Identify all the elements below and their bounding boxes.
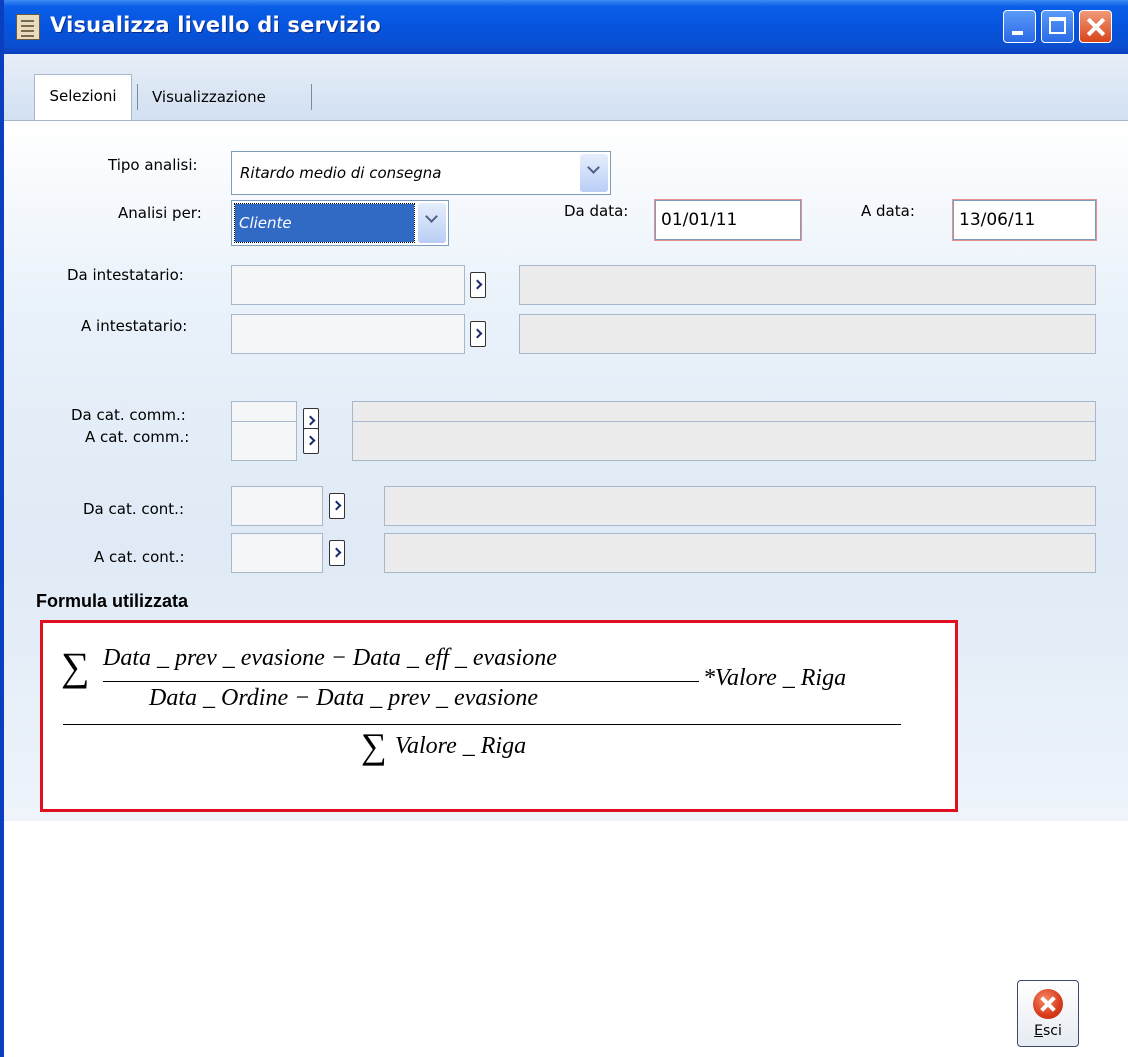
window-title: Visualizza livello di servizio (50, 13, 381, 37)
zoom-arrow-icon[interactable] (329, 540, 345, 566)
sum-symbol: ∑ (361, 726, 387, 766)
a-cat-cont-input[interactable] (231, 533, 323, 573)
analisi-per-select[interactable]: Cliente (231, 200, 449, 246)
esci-label: Esci (1034, 1023, 1062, 1039)
a-data-input[interactable]: 13/06/11 (953, 200, 1096, 240)
formula-title: Formula utilizzata (36, 591, 189, 611)
dropdown-arrow-icon[interactable] (580, 154, 608, 192)
inner-fraction-line (103, 681, 699, 682)
zoom-arrow-icon[interactable] (329, 493, 345, 519)
esci-button[interactable]: Esci (1017, 980, 1079, 1047)
dropdown-arrow-icon[interactable] (418, 203, 446, 243)
sum-symbol: ∑ (61, 644, 90, 689)
a-intestatario-label: A intestatario: (81, 317, 188, 335)
tab-separator (311, 84, 312, 110)
tab-visualizzazione[interactable]: Visualizzazione (146, 76, 272, 118)
maximize-button[interactable] (1041, 10, 1074, 43)
tab-selezioni[interactable]: Selezioni (34, 74, 132, 120)
da-data-input[interactable]: 01/01/11 (655, 200, 801, 240)
da-cat-comm-label: Da cat. comm.: (71, 406, 186, 424)
analisi-per-value: Cliente (234, 203, 415, 243)
a-data-label: A data: (861, 202, 915, 220)
da-cat-cont-description (384, 486, 1096, 526)
a-cat-comm-label: A cat. comm.: (85, 428, 190, 446)
a-cat-comm-input[interactable] (231, 421, 297, 461)
formula-inner-denominator: Data _ Ordine − Data _ prev _ evasione (149, 685, 539, 711)
tipo-analisi-label: Tipo analisi: (108, 156, 198, 174)
app-icon (16, 14, 40, 40)
a-intestatario-input[interactable] (231, 314, 465, 354)
tipo-analisi-select[interactable]: Ritardo medio di consegna (231, 151, 611, 195)
formula-denominator: Valore _ Riga (395, 733, 527, 759)
main-window: Visualizza livello di servizio Selezioni… (0, 0, 1128, 1057)
zoom-arrow-icon[interactable] (303, 428, 319, 454)
da-intestatario-input[interactable] (231, 265, 465, 305)
minimize-button[interactable] (1003, 10, 1036, 43)
formula-multiplier: *Valore _ Riga (703, 665, 847, 691)
zoom-arrow-icon[interactable] (470, 272, 486, 298)
analisi-per-label: Analisi per: (118, 204, 202, 222)
tipo-analisi-value: Ritardo medio di consegna (240, 164, 442, 182)
exit-icon (1033, 989, 1063, 1019)
da-cat-cont-label: Da cat. cont.: (83, 500, 185, 518)
close-button[interactable] (1079, 10, 1112, 43)
da-intestatario-description (519, 265, 1096, 305)
zoom-arrow-icon[interactable] (470, 321, 486, 347)
formula-numerator: Data _ prev _ evasione − Data _ eff _ ev… (103, 645, 557, 671)
da-data-label: Da data: (564, 202, 629, 220)
da-intestatario-label: Da intestatario: (67, 266, 184, 284)
a-cat-cont-description (384, 533, 1096, 573)
outer-fraction-line (63, 724, 901, 725)
formula-box: ∑ Data _ prev _ evasione − Data _ eff _ … (40, 620, 958, 812)
a-cat-cont-label: A cat. cont.: (94, 548, 185, 566)
da-cat-cont-input[interactable] (231, 486, 323, 526)
a-intestatario-description (519, 314, 1096, 354)
tab-separator (137, 84, 138, 110)
a-cat-comm-description (352, 421, 1096, 461)
title-bar[interactable]: Visualizza livello di servizio (4, 0, 1128, 54)
